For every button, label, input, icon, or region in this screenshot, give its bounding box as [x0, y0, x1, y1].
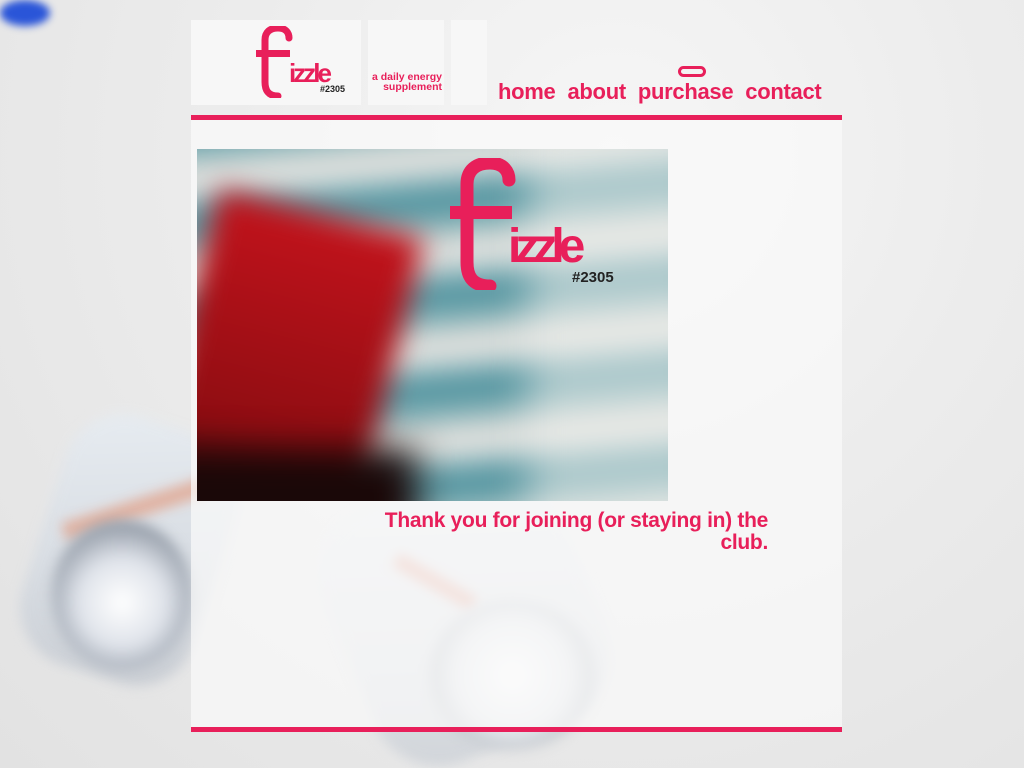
footer-divider: [191, 727, 842, 732]
hero-photo-shadow: [197, 449, 417, 501]
blank-card: [451, 20, 487, 105]
nav-about-link[interactable]: about: [567, 79, 626, 105]
background-can-left-top: [52, 520, 192, 670]
hero-logo-wordmark: izzle: [508, 220, 585, 273]
nav-purchase-link[interactable]: purchase: [638, 79, 734, 105]
pill-indicator-icon: [678, 66, 706, 77]
main-nav: home about purchase contact: [498, 79, 822, 105]
logo-number: #2305: [320, 84, 345, 94]
background-can-left-reflection: [0, 0, 50, 26]
hero-logo-number: #2305: [572, 269, 614, 286]
thank-you-message: Thank you for joining (or staying in) th…: [384, 509, 769, 554]
fizzle-logo[interactable]: izzle #2305: [256, 26, 348, 98]
hero-fizzle-logo: izzle #2305: [450, 158, 614, 290]
header-divider: [191, 115, 842, 120]
nav-home-link[interactable]: home: [498, 79, 556, 105]
tagline: a daily energy supplement: [371, 71, 442, 93]
nav-contact-link[interactable]: contact: [745, 79, 821, 105]
